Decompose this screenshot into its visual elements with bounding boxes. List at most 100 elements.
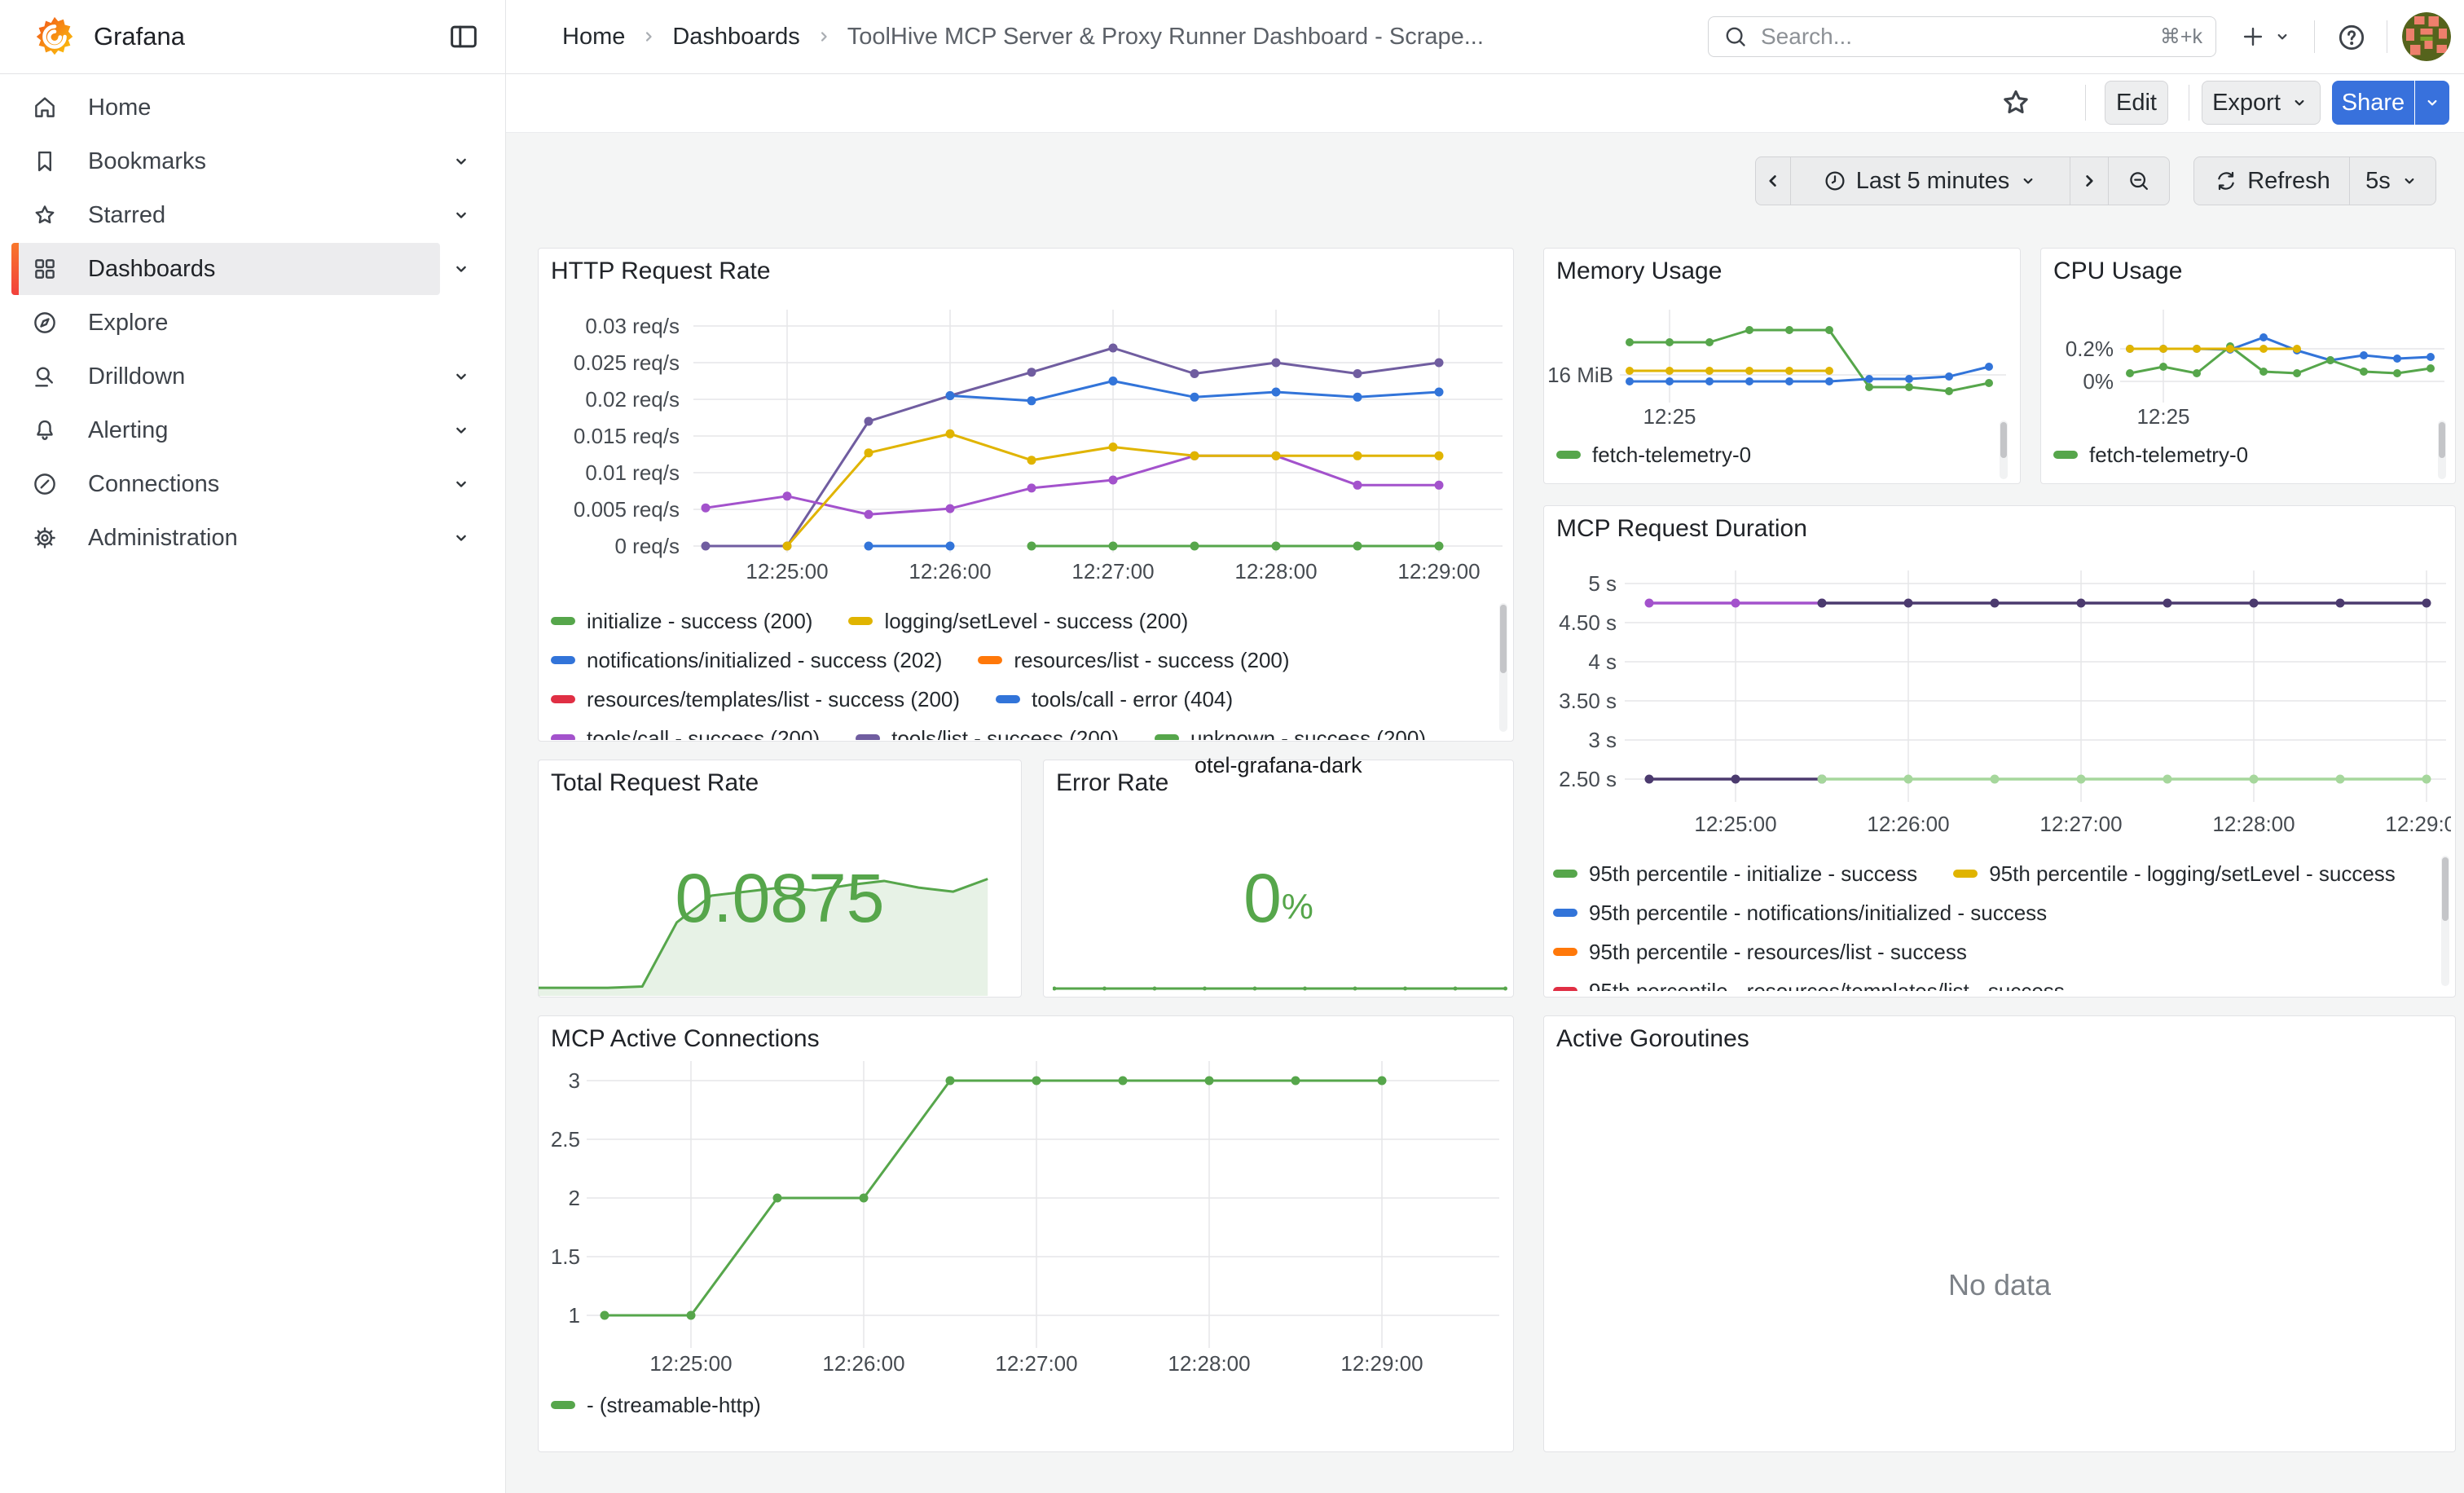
legend-scrollbar[interactable] bbox=[2438, 421, 2446, 479]
memory-usage-chart[interactable]: 16 MiB12:25 bbox=[1548, 287, 2013, 429]
legend-item[interactable]: logging/setLevel - success (200) bbox=[848, 609, 1188, 634]
breadcrumb-home[interactable]: Home bbox=[562, 24, 625, 51]
svg-text:2.5: 2.5 bbox=[551, 1127, 580, 1152]
chevron-down-icon[interactable] bbox=[450, 204, 473, 227]
sidebar-item-label: Starred bbox=[88, 202, 165, 229]
sidebar-item-connections[interactable]: Connections bbox=[11, 458, 440, 510]
sidebar-item-home[interactable]: Home bbox=[11, 81, 440, 134]
legend-item[interactable]: fetch-telemetry-0 bbox=[2053, 443, 2248, 468]
scrollbar-thumb[interactable] bbox=[2439, 422, 2445, 458]
legend-item[interactable]: 95th percentile - resources/templates/li… bbox=[1553, 979, 2065, 992]
panel-title[interactable]: Memory Usage bbox=[1556, 258, 1722, 285]
legend-item[interactable]: initialize - success (200) bbox=[551, 609, 812, 634]
legend-item[interactable]: unknown - success (200) bbox=[1155, 726, 1426, 741]
time-range-back-button[interactable] bbox=[1755, 156, 1791, 205]
sidebar-item-administration[interactable]: Administration bbox=[11, 512, 440, 564]
panel-title[interactable]: MCP Active Connections bbox=[551, 1025, 820, 1053]
legend-label: 95th percentile - initialize - success bbox=[1589, 861, 1917, 887]
sidebar-item-alerting[interactable]: Alerting bbox=[11, 404, 440, 456]
sidebar-item-starred[interactable]: Starred bbox=[11, 189, 440, 241]
legend-row: 95th percentile - initialize - success 95… bbox=[1553, 854, 2433, 893]
zoom-out-button[interactable] bbox=[2108, 156, 2170, 205]
chevron-down-icon[interactable] bbox=[450, 473, 473, 495]
breadcrumb-dashboards[interactable]: Dashboards bbox=[672, 24, 799, 51]
export-button[interactable]: Export bbox=[2202, 81, 2321, 125]
svg-text:12:25: 12:25 bbox=[1643, 404, 1696, 429]
legend-scrollbar[interactable] bbox=[1499, 603, 1507, 732]
legend-item[interactable]: tools/list - success (200) bbox=[856, 726, 1119, 741]
mcp-active-connections-chart[interactable]: 32.521.5112:25:0012:26:0012:27:0012:28:0… bbox=[551, 1061, 1508, 1383]
avatar-image bbox=[2402, 12, 2451, 61]
error-rate-value: 0% bbox=[1043, 859, 1514, 938]
share-button[interactable]: Share bbox=[2332, 81, 2414, 125]
scrollbar-thumb[interactable] bbox=[2442, 857, 2449, 921]
search-input[interactable] bbox=[1759, 23, 2150, 51]
panel-title[interactable]: CPU Usage bbox=[2053, 258, 2182, 285]
legend-item[interactable]: tools/call - error (404) bbox=[996, 687, 1233, 712]
chevron-down-icon[interactable] bbox=[450, 365, 473, 388]
legend-swatch-icon bbox=[551, 695, 575, 703]
cpu-legend: fetch-telemetry-0 bbox=[2053, 435, 2428, 468]
bell-icon bbox=[31, 416, 59, 444]
chevron-down-icon[interactable] bbox=[2272, 26, 2293, 47]
refresh-interval-picker[interactable]: 5s bbox=[2349, 156, 2436, 205]
time-range-picker[interactable]: Last 5 minutes bbox=[1790, 156, 2070, 205]
help-button[interactable] bbox=[2335, 21, 2368, 54]
panel-title[interactable]: MCP Request Duration bbox=[1556, 515, 1807, 543]
app-title: Grafana bbox=[94, 0, 185, 73]
edit-button[interactable]: Edit bbox=[2105, 81, 2168, 125]
sidebar-item-label: Home bbox=[88, 95, 151, 121]
legend-scrollbar[interactable] bbox=[2000, 421, 2008, 479]
svg-text:0.2%: 0.2% bbox=[2066, 337, 2114, 361]
grafana-logo-icon[interactable] bbox=[31, 13, 78, 60]
legend-item[interactable]: tools/call - success (200) bbox=[551, 726, 820, 741]
scrollbar-thumb[interactable] bbox=[2000, 422, 2007, 458]
divider bbox=[2085, 85, 2086, 121]
error-rate-sparkline bbox=[1053, 981, 1507, 996]
panel-title[interactable]: HTTP Request Rate bbox=[551, 258, 771, 285]
star-icon[interactable] bbox=[1998, 85, 2034, 121]
legend-item[interactable]: resources/templates/list - success (200) bbox=[551, 687, 960, 712]
sidebar-toggle-icon[interactable] bbox=[447, 20, 481, 54]
avatar[interactable] bbox=[2402, 12, 2451, 61]
panel-title[interactable]: Total Request Rate bbox=[551, 769, 759, 797]
legend-item[interactable]: fetch-telemetry-0 bbox=[1556, 443, 1751, 468]
sidebar-item-label: Administration bbox=[88, 525, 238, 552]
chevron-down-icon bbox=[2017, 170, 2039, 192]
add-button[interactable] bbox=[2234, 18, 2272, 55]
sidebar-item-bookmarks[interactable]: Bookmarks bbox=[11, 135, 440, 187]
search-box[interactable]: ⌘+k bbox=[1708, 16, 2216, 57]
home-icon bbox=[31, 94, 59, 121]
grafana-dashboard-app: Home Dashboards ToolHive MCP Server & Pr… bbox=[0, 0, 2464, 1493]
chevron-down-icon[interactable] bbox=[450, 150, 473, 173]
mcp-request-duration-chart[interactable]: 5 s4.50 s4 s3.50 s3 s2.50 s12:25:0012:26… bbox=[1553, 564, 2451, 841]
legend-item[interactable]: resources/list - success (200) bbox=[978, 648, 1289, 673]
sidebar-item-drilldown[interactable]: Drilldown bbox=[11, 350, 440, 403]
legend-item[interactable]: notifications/initialized - success (202… bbox=[551, 648, 942, 673]
share-menu-button[interactable] bbox=[2415, 81, 2449, 125]
legend-swatch-icon bbox=[978, 656, 1002, 664]
chevron-right-icon bbox=[813, 26, 834, 47]
legend-item[interactable]: 95th percentile - resources/list - succe… bbox=[1553, 940, 1967, 965]
scrollbar-thumb[interactable] bbox=[1500, 605, 1507, 673]
legend-item[interactable]: 95th percentile - notifications/initiali… bbox=[1553, 901, 2047, 926]
panel-title[interactable]: Active Goroutines bbox=[1556, 1025, 1749, 1053]
chevron-down-icon[interactable] bbox=[450, 258, 473, 280]
svg-text:0.02 req/s: 0.02 req/s bbox=[585, 387, 680, 412]
legend-swatch-icon bbox=[1553, 909, 1577, 917]
sidebar-item-explore[interactable]: Explore bbox=[11, 297, 440, 349]
legend-item[interactable]: 95th percentile - logging/setLevel - suc… bbox=[1953, 861, 2396, 887]
panel-title[interactable]: Error Rate bbox=[1056, 769, 1168, 797]
http-request-rate-chart[interactable]: 0.03 req/s0.025 req/s0.02 req/s0.015 req… bbox=[551, 303, 1508, 588]
refresh-button[interactable]: Refresh bbox=[2193, 156, 2350, 205]
legend-label: unknown - success (200) bbox=[1190, 726, 1426, 741]
time-range-forward-button[interactable] bbox=[2070, 156, 2109, 205]
search-icon bbox=[1722, 23, 1749, 51]
legend-item[interactable]: - (streamable-http) bbox=[551, 1393, 761, 1418]
chevron-down-icon[interactable] bbox=[450, 526, 473, 549]
legend-item[interactable]: 95th percentile - initialize - success bbox=[1553, 861, 1917, 887]
cpu-usage-chart[interactable]: 0.2%0%12:25 bbox=[2047, 287, 2453, 429]
sidebar-item-dashboards[interactable]: Dashboards bbox=[11, 243, 440, 295]
chevron-down-icon[interactable] bbox=[450, 419, 473, 442]
legend-scrollbar[interactable] bbox=[2441, 856, 2449, 986]
